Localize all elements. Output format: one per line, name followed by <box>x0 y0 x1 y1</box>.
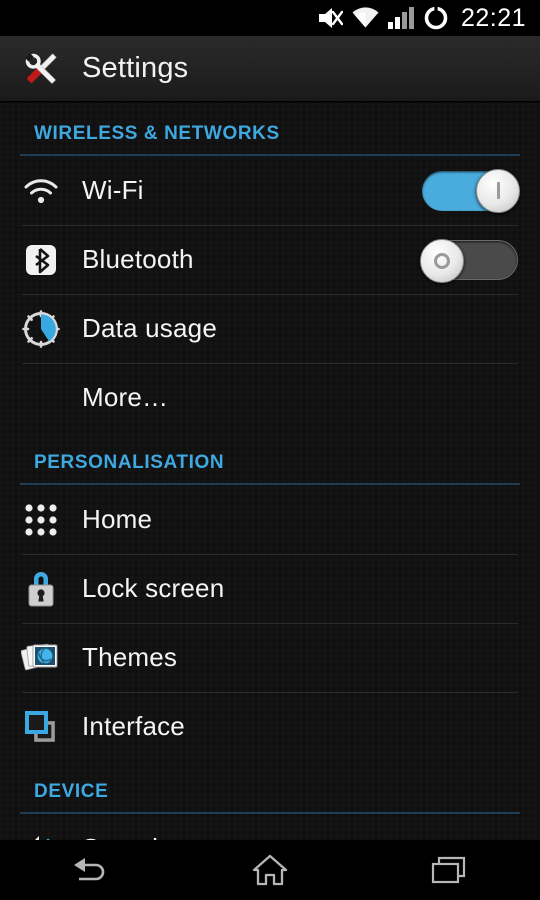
toggle-thumb <box>476 168 520 213</box>
settings-row-interface[interactable]: Interface <box>0 692 540 761</box>
settings-row-sound[interactable]: Sound <box>0 814 540 840</box>
row-label: Bluetooth <box>82 244 194 274</box>
toggle-on-mark-icon <box>496 182 500 199</box>
toggle-thumb <box>420 238 464 283</box>
wifi-signal-icon <box>352 7 379 29</box>
settings-screen: 22:21 Settings WIRELESS & NETWORKS Wi-Fi B… <box>0 0 540 900</box>
row-label: Data usage <box>82 313 217 343</box>
settings-row-themes[interactable]: Themes <box>0 623 540 692</box>
section-header: DEVICE <box>0 761 540 814</box>
row-label: Interface <box>82 711 185 741</box>
app-grid-icon <box>0 485 82 554</box>
home-icon <box>251 853 289 887</box>
back-arrow-icon <box>68 853 112 887</box>
navigation-bar <box>0 840 540 900</box>
row-label: Sound <box>82 833 518 840</box>
section-header-label: DEVICE <box>34 781 109 802</box>
settings-row-data-usage[interactable]: Data usage <box>0 294 540 363</box>
section-header-label: PERSONALISATION <box>34 452 225 473</box>
section-header: WIRELESS & NETWORKS <box>0 103 540 156</box>
section-header: PERSONALISATION <box>0 432 540 485</box>
settings-tools-icon <box>20 48 62 90</box>
speaker-icon <box>0 814 82 840</box>
row-label: More… <box>82 382 169 412</box>
recents-button[interactable] <box>390 840 510 900</box>
settings-row-bluetooth[interactable]: Bluetooth <box>0 225 540 294</box>
padlock-icon <box>0 554 82 623</box>
interface-icon <box>0 692 82 761</box>
data-usage-icon <box>0 294 82 363</box>
row-label: Home <box>82 504 153 534</box>
section-header-label: WIRELESS & NETWORKS <box>34 123 280 144</box>
themes-icon <box>0 623 82 692</box>
action-bar: Settings <box>0 36 540 102</box>
wifi-icon <box>0 156 82 225</box>
status-clock: 22:21 <box>460 3 526 32</box>
row-label: Lock screen <box>82 573 225 603</box>
vibrate-mute-icon <box>317 6 343 30</box>
settings-list[interactable]: WIRELESS & NETWORKS Wi-Fi Bluetooth Data us… <box>0 103 540 840</box>
toggle-switch-wi-fi[interactable] <box>422 168 520 213</box>
cellular-signal-icon <box>387 7 414 29</box>
row-label: Themes <box>82 642 178 672</box>
home-button[interactable] <box>210 840 330 900</box>
row-label: Wi-Fi <box>82 175 144 205</box>
settings-row-wi-fi[interactable]: Wi-Fi <box>0 156 540 225</box>
settings-row-home[interactable]: Home <box>0 485 540 554</box>
toggle-switch-bluetooth[interactable] <box>420 238 518 283</box>
settings-row-more[interactable]: More… <box>0 363 540 432</box>
battery-ring-icon <box>423 5 449 31</box>
bluetooth-icon <box>0 225 82 294</box>
status-bar: 22:21 <box>0 0 540 36</box>
back-button[interactable] <box>30 840 150 900</box>
page-title: Settings <box>82 52 189 84</box>
toggle-off-mark-icon <box>434 252 450 269</box>
recents-icon <box>430 854 470 886</box>
settings-row-lock-screen[interactable]: Lock screen <box>0 554 540 623</box>
row-icon-empty <box>0 363 82 432</box>
